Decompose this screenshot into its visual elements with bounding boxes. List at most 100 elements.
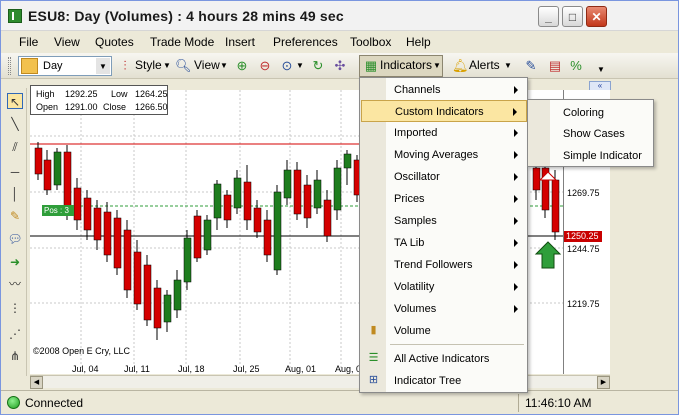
open-label: Open: [36, 102, 59, 112]
submenu-arrow-icon: [514, 86, 518, 94]
candle-body: [283, 169, 292, 199]
alerts-dropdown-icon[interactable]: ▼: [504, 61, 512, 70]
menu-help[interactable]: Help: [406, 35, 431, 49]
parallel-lines-icon[interactable]: ⫽: [7, 139, 23, 155]
zoom-dropdown-icon[interactable]: ▼: [296, 61, 304, 70]
view-dropdown-icon[interactable]: ▼: [220, 61, 228, 70]
refresh-icon[interactable]: ↻: [310, 58, 326, 74]
percent-icon[interactable]: %: [568, 58, 584, 74]
submenu-item-coloring[interactable]: Coloring: [529, 102, 653, 124]
status-time: 11:46:10 AM: [525, 396, 592, 410]
menu-item-volume[interactable]: ▮ Volume: [361, 320, 527, 342]
menu-item-volatility[interactable]: Volatility: [361, 276, 527, 298]
candle-body: [103, 211, 112, 256]
toolbar-overflow-icon[interactable]: ▼: [597, 65, 605, 74]
menu-item-all-active-indicators[interactable]: ☰ All Active Indicators: [361, 348, 527, 370]
candle-body: [143, 264, 152, 321]
menu-item-oscillator[interactable]: Oscillator: [361, 166, 527, 188]
minimize-button[interactable]: _: [538, 6, 559, 27]
position-tag[interactable]: Pos : 3: [42, 205, 74, 216]
menu-item-imported[interactable]: Imported: [361, 122, 527, 144]
candle-body: [153, 287, 162, 329]
menu-preferences[interactable]: Preferences: [273, 35, 338, 49]
menu-item-indicator-tree[interactable]: ⊞ Indicator Tree: [361, 370, 527, 392]
menu-item-volumes[interactable]: Volumes: [361, 298, 527, 320]
submenu-item-simple-indicator[interactable]: Simple Indicator: [529, 145, 653, 167]
tree-icon: ⊞: [368, 374, 379, 386]
submenu-arrow-icon: [514, 283, 518, 291]
submenu-arrow-icon: [514, 173, 518, 181]
menu-trade-mode[interactable]: Trade Mode: [150, 35, 214, 49]
alerts-button[interactable]: Alerts: [469, 58, 500, 72]
zoom-in-icon[interactable]: ⊕: [234, 58, 250, 74]
candle-body: [34, 147, 43, 175]
horizontal-line-icon[interactable]: ─: [7, 164, 23, 180]
style-dropdown-icon[interactable]: ▼: [163, 61, 171, 70]
menu-item-trend-followers[interactable]: Trend Followers: [361, 254, 527, 276]
menu-view[interactable]: View: [54, 35, 80, 49]
candle-body: [223, 194, 232, 221]
toolbar-grip[interactable]: [8, 57, 11, 75]
menu-item-ta-lib[interactable]: TA Lib: [361, 232, 527, 254]
date-label: Jul, 04: [72, 364, 99, 374]
view-button[interactable]: View: [194, 58, 220, 72]
arrow-icon[interactable]: ➜: [7, 254, 23, 270]
menu-insert[interactable]: Insert: [225, 35, 255, 49]
status-bar: Connected 11:46:10 AM: [1, 390, 678, 414]
trendline-icon[interactable]: ╲: [7, 116, 23, 132]
crosshair-icon[interactable]: ✣: [332, 58, 348, 74]
style-button[interactable]: Style: [135, 58, 162, 72]
close-button[interactable]: ✕: [586, 6, 607, 27]
custom-indicators-submenu: Coloring Show Cases Simple Indicator: [527, 99, 654, 167]
candle-body: [163, 294, 172, 323]
close-value: 1266.50: [135, 102, 168, 112]
gann-fan-icon[interactable]: ⋰: [7, 326, 23, 342]
note-icon[interactable]: ✎: [7, 208, 23, 224]
pointer-icon[interactable]: ↖: [7, 93, 23, 109]
buy-arrow-icon: [534, 241, 562, 269]
menu-separator: [390, 344, 524, 345]
candle-body: [323, 199, 332, 237]
candle-body: [83, 197, 92, 231]
chevron-down-icon[interactable]: ▼: [96, 58, 110, 74]
indicators-button[interactable]: Indicators: [380, 58, 432, 72]
period-select[interactable]: Day ▼: [18, 56, 112, 76]
app-logo-icon: [8, 9, 22, 23]
notepad-icon[interactable]: ✎: [523, 58, 539, 74]
layout-icon[interactable]: ▤: [547, 58, 563, 74]
menu-quotes[interactable]: Quotes: [95, 35, 134, 49]
submenu-item-show-cases[interactable]: Show Cases: [529, 123, 653, 145]
menu-file[interactable]: File: [19, 35, 38, 49]
close-label: Close: [103, 102, 127, 112]
maximize-button[interactable]: □: [562, 6, 583, 27]
menu-item-prices[interactable]: Prices: [361, 188, 527, 210]
volume-bars-icon: ▮: [370, 324, 377, 336]
low-label: Low: [111, 89, 128, 99]
high-value: 1292.25: [65, 89, 98, 99]
candle-body: [233, 177, 242, 209]
indicators-menu: Channels Custom Indicators Imported Movi…: [359, 77, 528, 393]
candle-body: [43, 159, 52, 191]
zoom-options-icon[interactable]: ⊙: [279, 58, 295, 74]
menu-item-custom-indicators[interactable]: Custom Indicators: [361, 100, 527, 122]
candle-body: [133, 251, 142, 305]
open-value: 1291.00: [65, 102, 98, 112]
scroll-left-icon[interactable]: ◀: [30, 376, 43, 389]
scroll-right-icon[interactable]: ▶: [597, 376, 610, 389]
price-label: 1269.75: [567, 188, 600, 198]
pitchfork-icon[interactable]: ⋔: [7, 348, 23, 364]
indicators-dropdown-icon[interactable]: ▼: [433, 61, 441, 70]
title-bar[interactable]: ESU8: Day (Volumes) : 4 hours 28 mins 49…: [1, 1, 678, 31]
vertical-line-icon[interactable]: │: [7, 186, 23, 202]
menu-item-samples[interactable]: Samples: [361, 210, 527, 232]
candle-body: [273, 191, 282, 271]
submenu-arrow-icon: [514, 151, 518, 159]
menu-item-moving-averages[interactable]: Moving Averages: [361, 144, 527, 166]
zoom-out-icon[interactable]: ⊖: [257, 58, 273, 74]
menu-toolbox[interactable]: Toolbox: [350, 35, 391, 49]
menu-item-channels[interactable]: Channels: [361, 79, 527, 101]
callout-icon[interactable]: 💬︎: [7, 231, 23, 247]
indicator-chart-icon: ▦: [364, 58, 378, 73]
wave-icon[interactable]: 〰: [7, 276, 23, 292]
fibonacci-icon[interactable]: ⋮: [7, 300, 23, 316]
